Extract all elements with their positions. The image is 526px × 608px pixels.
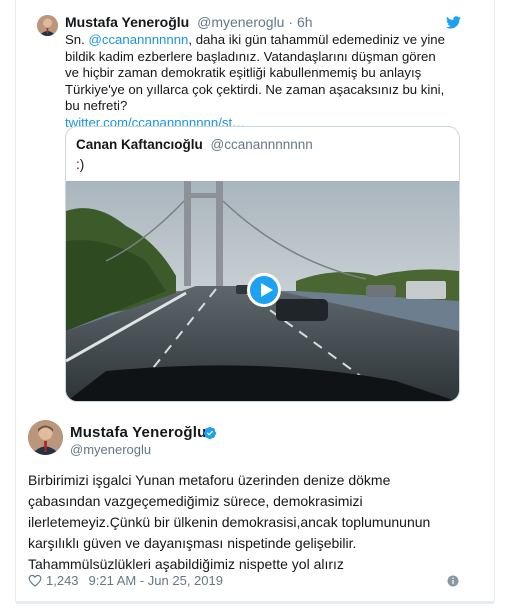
tweet-line: Tahammülsüzlükleri aşabildiğimiz nispett… — [28, 556, 344, 572]
tweet-time[interactable]: 6h — [297, 14, 313, 30]
tweet-header: Mustafa Yeneroğlu @myeneroglu · 6h — [65, 14, 313, 30]
info-icon[interactable] — [447, 575, 459, 587]
twitter-bird-icon[interactable] — [446, 16, 461, 29]
tweet-text: Birbirimizi işgalci Yunan metaforu üzeri… — [28, 470, 473, 575]
heart-icon[interactable] — [28, 574, 42, 587]
tweet-line: Birbirimizi işgalci Yunan metaforu üzeri… — [28, 472, 391, 488]
avatar[interactable] — [28, 420, 63, 455]
tweet-meta: 1,243 9:21 AM - Jun 25, 2019 — [28, 573, 223, 588]
author-name[interactable]: Mustafa Yeneroğlu — [70, 424, 207, 441]
tweet-line: karşılıklı güven ve dayanışması nispetin… — [28, 535, 357, 551]
quoted-tweet-text: :) — [76, 157, 85, 172]
tweet-text: Sn. @ccanannnnnnn, daha iki gün tahammül… — [65, 32, 450, 131]
quoted-tweet-header: Canan Kaftancıoğlu @ccanannnnnnn — [76, 137, 313, 152]
tweet-line: çabasından vazgeçemediğimiz sürece, demo… — [28, 493, 363, 509]
quoted-author-name: Canan Kaftancıoğlu — [76, 137, 203, 152]
avatar[interactable] — [37, 15, 58, 36]
tweet-text-prefix: Sn. — [65, 32, 89, 47]
tweet-line: ilerletemeyiz.Çünkü bir ülkenin demokras… — [28, 514, 431, 530]
mention-link[interactable]: @ccanannnnnnn — [88, 32, 188, 47]
author-name[interactable]: Mustafa Yeneroğlu — [65, 14, 189, 30]
play-button[interactable] — [247, 273, 281, 307]
author-handle[interactable]: @myeneroglu — [70, 442, 151, 457]
quoted-author-handle: @ccanannnnnnn — [210, 137, 313, 152]
separator: · — [284, 14, 297, 30]
video-thumbnail[interactable] — [66, 181, 459, 401]
like-count[interactable]: 1,243 — [46, 573, 79, 588]
quoted-tweet-card[interactable]: Canan Kaftancıoğlu @ccanannnnnnn :) — [65, 126, 460, 402]
tweet-timestamp[interactable]: 9:21 AM - Jun 25, 2019 — [89, 573, 223, 588]
verified-icon — [203, 426, 217, 440]
play-icon — [261, 283, 273, 297]
author-handle[interactable]: @myeneroglu — [197, 14, 284, 30]
